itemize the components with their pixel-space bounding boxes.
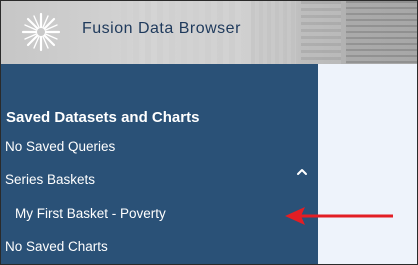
app-title: Fusion Data Browser — [82, 20, 241, 37]
red-arrow-left-icon — [285, 207, 393, 225]
sidebar-item-my-first-basket[interactable]: My First Basket - Poverty — [15, 206, 166, 221]
starburst-logo-icon — [21, 12, 61, 52]
sidebar-item-no-saved-charts[interactable]: No Saved Charts — [5, 239, 108, 254]
sidebar: Saved Datasets and Charts No Saved Queri… — [1, 64, 318, 264]
sidebar-item-series-baskets[interactable]: Series Baskets — [5, 172, 95, 187]
chevron-up-icon[interactable] — [296, 167, 308, 177]
section-title: Saved Datasets and Charts — [6, 109, 200, 126]
header-background-building — [301, 1, 341, 64]
content-area — [318, 64, 417, 264]
header-background-building — [346, 1, 417, 64]
sidebar-item-no-saved-queries[interactable]: No Saved Queries — [5, 139, 115, 154]
header-background-texture — [251, 1, 296, 64]
header-banner: Fusion Data Browser — [1, 1, 417, 64]
app-window: Fusion Data Browser Saved Datasets and C… — [0, 0, 418, 265]
